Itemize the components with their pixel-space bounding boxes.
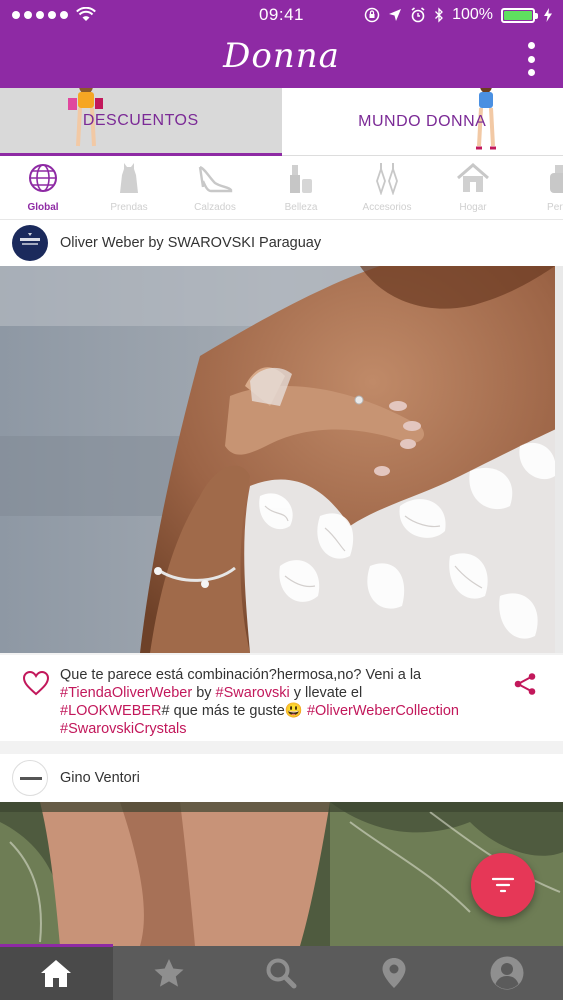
category-label: Global — [27, 202, 59, 213]
hashtag-lookweber[interactable]: #LOOKWEBER — [60, 703, 162, 719]
avatar — [12, 225, 48, 261]
nav-location[interactable] — [338, 946, 451, 1000]
post-author[interactable]: Gino Ventori — [60, 770, 140, 786]
category-perfumes[interactable]: Perfu — [516, 156, 563, 219]
category-label: Perfu — [547, 202, 563, 213]
status-bar: 09:41 100% — [0, 0, 563, 30]
post-image[interactable] — [0, 266, 563, 653]
location-arrow-icon — [389, 9, 402, 21]
post-header[interactable]: Gino Ventori — [0, 754, 563, 802]
tab-descuentos-label: DESCUENTOS — [82, 111, 199, 129]
home-icon — [41, 960, 72, 987]
star-icon — [154, 959, 184, 987]
status-indicators: 100% — [364, 6, 553, 24]
category-belleza[interactable]: Belleza — [258, 156, 344, 219]
app-screen: 09:41 100% Donna DESCUENTOS MUNDO DONNA … — [0, 0, 563, 1000]
post-header[interactable]: Oliver Weber by SWAROVSKI Paraguay — [0, 220, 563, 266]
category-hogar[interactable]: Hogar — [430, 156, 516, 219]
category-global[interactable]: Global — [0, 156, 86, 219]
bluetooth-icon — [435, 7, 443, 23]
heart-icon[interactable] — [22, 670, 50, 696]
tab-descuentos[interactable]: DESCUENTOS — [0, 88, 282, 156]
category-calzados[interactable]: Calzados — [172, 156, 258, 219]
location-pin-icon — [382, 958, 406, 988]
post-author[interactable]: Oliver Weber by SWAROVSKI Paraguay — [60, 235, 321, 251]
hashtag-oliverwebercollection[interactable]: #OliverWeberCollection — [307, 703, 459, 719]
more-vertical-icon[interactable] — [521, 42, 541, 76]
dress-icon — [111, 160, 147, 196]
smiley-emoji: 😃 — [284, 703, 303, 719]
hashtag-tiendaoliverweber[interactable]: #TiendaOliverWeber — [60, 685, 192, 701]
filter-icon — [492, 877, 514, 893]
app-logo: Donna — [223, 36, 340, 76]
profile-icon — [490, 956, 524, 990]
top-tabs: DESCUENTOS MUNDO DONNA — [0, 88, 563, 156]
globe-icon — [25, 160, 61, 196]
category-label: Belleza — [284, 202, 318, 213]
nav-favorites[interactable] — [113, 946, 226, 1000]
rotation-lock-icon — [364, 7, 380, 23]
category-label: Calzados — [194, 202, 236, 213]
caption-mid-2: # que más te guste — [161, 703, 285, 719]
alarm-icon — [411, 7, 425, 23]
tab-mundo-donna-label: MUNDO DONNA — [358, 112, 487, 130]
post-caption: Que te parece está combinación?hermosa,n… — [0, 655, 563, 741]
category-label: Hogar — [459, 202, 487, 213]
cosmetics-icon — [283, 160, 319, 196]
category-label: Prendas — [110, 202, 148, 213]
house-icon — [455, 160, 491, 196]
caption-text: Que te parece está combinación?hermosa,n… — [60, 666, 500, 738]
charging-icon — [544, 8, 552, 22]
bottom-nav — [0, 944, 563, 1000]
nav-home[interactable] — [0, 944, 113, 1000]
caption-by: by — [192, 685, 216, 701]
battery-level — [504, 10, 532, 20]
tab-mundo-donna[interactable]: MUNDO DONNA — [281, 88, 563, 156]
app-header: Donna — [0, 30, 563, 88]
category-bar: Global Prendas Calzados Belleza Accesori… — [0, 156, 563, 220]
nav-search[interactable] — [225, 946, 338, 1000]
category-prendas[interactable]: Prendas — [86, 156, 172, 219]
avatar — [12, 760, 48, 796]
caption-mid: y llevate el — [289, 685, 363, 701]
earrings-icon — [369, 160, 405, 196]
perfume-icon — [541, 160, 563, 196]
hashtag-swarovskicrystals[interactable]: #SwarovskiCrystals — [60, 721, 187, 737]
search-icon — [266, 958, 297, 989]
share-icon[interactable] — [513, 672, 537, 696]
battery-percent: 100% — [452, 6, 493, 23]
caption-line-1: Que te parece está combinación?hermosa,n… — [60, 667, 422, 683]
hashtag-swarovski[interactable]: #Swarovski — [216, 685, 290, 701]
filter-button[interactable] — [471, 853, 535, 917]
battery-icon — [501, 7, 538, 23]
category-accesorios[interactable]: Accesorios — [344, 156, 430, 219]
category-label: Accesorios — [362, 202, 412, 213]
nav-profile[interactable] — [450, 946, 563, 1000]
heel-shoe-icon — [197, 160, 233, 196]
